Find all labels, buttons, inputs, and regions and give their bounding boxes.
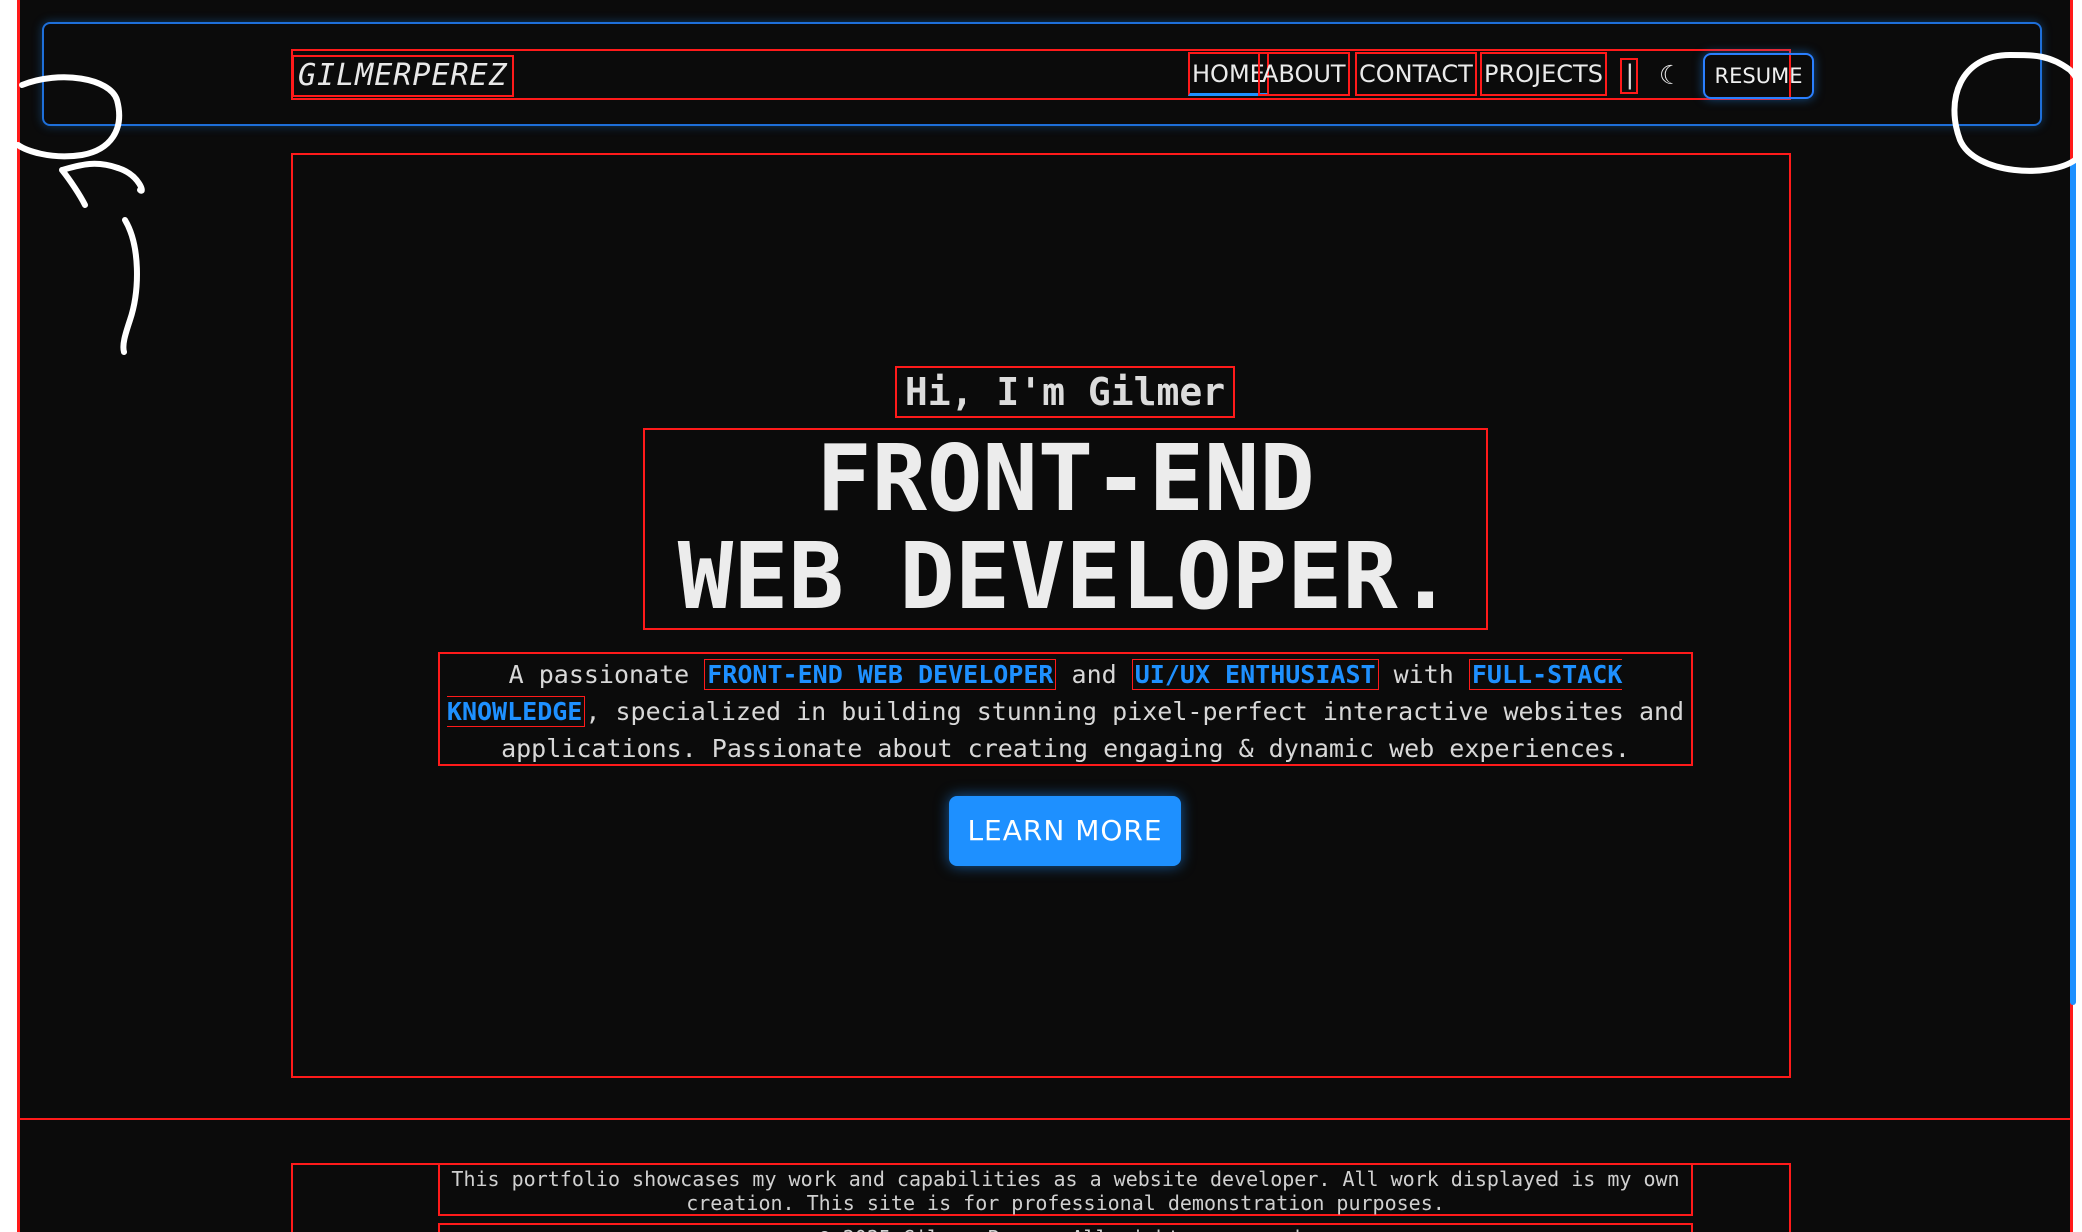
headline-line-1: FRONT-END (816, 425, 1315, 532)
desc-text-2: and (1056, 660, 1132, 689)
hero-greeting: Hi, I'm Gilmer (895, 366, 1235, 418)
nav-divider: | (1620, 58, 1638, 94)
moon-icon[interactable]: ☾ (1653, 59, 1681, 93)
footer-copyright: © 2025 Gilmer Perez. All rights reserved… (438, 1223, 1693, 1232)
nav-contact[interactable]: CONTACT (1355, 52, 1477, 96)
nav-projects[interactable]: PROJECTS (1480, 52, 1607, 96)
nav-about[interactable]: ABOUT (1258, 52, 1350, 96)
footer-divider (20, 1118, 2070, 1120)
headline-line-2: WEB DEVELOPER. (677, 523, 1454, 630)
resume-button[interactable]: RESUME (1703, 53, 1814, 99)
desc-text-1: A passionate (508, 660, 705, 689)
site-logo[interactable]: GILMERPEREZ (292, 55, 514, 97)
highlight-uiux: UI/UX ENTHUSIAST (1131, 659, 1379, 690)
learn-more-button[interactable]: LEARN MORE (949, 796, 1181, 866)
desc-text-3: with (1378, 660, 1469, 689)
desc-text-4: , specialized in building stunning pixel… (501, 697, 1685, 763)
page-viewport: GILMERPEREZ HOME ABOUT CONTACT PROJECTS … (17, 0, 2073, 1232)
page-scrollbar[interactable] (2070, 160, 2076, 1005)
hero-headline: FRONT-END WEB DEVELOPER. (643, 428, 1488, 630)
hero-description: A passionate FRONT-END WEB DEVELOPER and… (438, 652, 1693, 766)
highlight-frontend: FRONT-END WEB DEVELOPER (704, 659, 1057, 690)
footer-disclaimer: This portfolio showcases my work and cap… (438, 1163, 1693, 1216)
nav-home[interactable]: HOME (1188, 52, 1269, 96)
